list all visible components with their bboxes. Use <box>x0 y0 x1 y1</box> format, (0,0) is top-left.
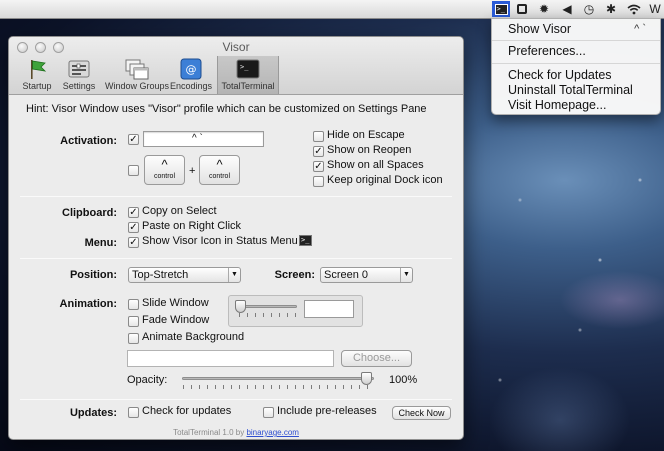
hint-text: Hint: Visor Window uses "Visor" profile … <box>26 103 427 115</box>
menu-separator <box>492 63 660 64</box>
volume-icon[interactable]: ◀ <box>558 1 576 17</box>
flag-icon <box>25 58 49 80</box>
show-visor-shortcut: ^ ` <box>634 23 646 35</box>
check-for-updates-checkbox[interactable] <box>128 407 139 418</box>
opacity-slider-ticks <box>183 385 373 389</box>
tab-settings[interactable]: Settings <box>54 56 104 94</box>
svg-text:@: @ <box>186 63 197 76</box>
animation-speed-group <box>228 295 363 327</box>
show-on-all-spaces-checkbox[interactable]: ✓ <box>313 161 324 172</box>
paste-on-right-click-label: Paste on Right Click <box>142 220 242 232</box>
menu-item-preferences[interactable]: Preferences... <box>508 44 586 58</box>
fade-window-label: Fade Window <box>142 314 210 326</box>
modifier-key-1-button[interactable]: ^ control <box>144 155 185 185</box>
menu-item-check-updates[interactable]: Check for Updates <box>508 68 612 82</box>
slider-ticks <box>239 313 297 317</box>
section-divider <box>20 196 452 197</box>
keep-dock-icon-label: Keep original Dock icon <box>327 174 443 186</box>
clipboard-label: Clipboard: <box>62 207 117 219</box>
window-titlebar: Visor Startup Settings Window Groups @ E… <box>9 37 463 95</box>
show-on-reopen-label: Show on Reopen <box>327 144 412 156</box>
copy-on-select-label: Copy on Select <box>142 205 217 217</box>
show-status-icon-label: Show Visor Icon in Status Menu <box>142 235 298 247</box>
menu-item-visit-homepage[interactable]: Visit Homepage... <box>508 98 606 112</box>
menu-item-uninstall[interactable]: Uninstall TotalTerminal <box>508 83 633 97</box>
window-status-icon[interactable] <box>513 1 531 17</box>
svg-text:>_: >_ <box>240 63 249 71</box>
activation-label: Activation: <box>60 135 117 147</box>
animate-background-checkbox[interactable] <box>128 333 139 344</box>
modifier-key-2-button[interactable]: ^ control <box>199 155 240 185</box>
paste-on-right-click-checkbox[interactable]: ✓ <box>128 222 139 233</box>
section-divider <box>20 399 452 400</box>
alien-status-icon[interactable]: ✹ <box>535 1 553 17</box>
choose-button[interactable]: Choose... <box>341 350 412 367</box>
activation-hotkey-field[interactable]: ^ ` <box>143 131 264 147</box>
window-title: Visor <box>222 40 250 54</box>
chevron-down-icon: ▼ <box>228 268 240 282</box>
menu-bar: >_ ✹ ◀ ◷ ✱ W <box>0 0 664 19</box>
check-for-updates-label: Check for updates <box>142 405 232 417</box>
plus-sign: + <box>189 165 196 177</box>
copy-on-select-checkbox[interactable]: ✓ <box>128 207 139 218</box>
terminal-icon: >_ <box>299 235 312 246</box>
totalterminal-pane: Hint: Visor Window uses "Visor" profile … <box>9 95 463 439</box>
visor-preferences-window: Visor Startup Settings Window Groups @ E… <box>8 36 464 440</box>
keep-dock-icon-checkbox[interactable] <box>313 176 324 187</box>
animation-label: Animation: <box>59 298 117 310</box>
slide-window-label: Slide Window <box>142 297 209 309</box>
show-on-reopen-checkbox[interactable]: ✓ <box>313 146 324 157</box>
menu-extra-letter[interactable]: W <box>646 1 664 17</box>
bluetooth-icon[interactable]: ✱ <box>602 1 620 17</box>
opacity-slider[interactable] <box>182 377 374 380</box>
settings-icon <box>67 58 91 80</box>
fade-window-checkbox[interactable] <box>128 316 139 327</box>
modifier-checkbox[interactable] <box>128 165 139 176</box>
show-status-icon-checkbox[interactable]: ✓ <box>128 237 139 248</box>
encodings-icon: @ <box>179 58 203 80</box>
animate-background-label: Animate Background <box>142 331 245 343</box>
include-prereleases-label: Include pre-releases <box>277 405 377 417</box>
footer-credit: TotalTerminal 1.0 by binaryage.com <box>173 428 299 437</box>
animation-duration-field[interactable] <box>304 300 354 318</box>
opacity-slider-knob[interactable] <box>361 372 372 385</box>
position-label: Position: <box>69 269 117 281</box>
time-machine-icon[interactable]: ◷ <box>580 1 598 17</box>
wifi-icon[interactable] <box>625 1 643 17</box>
screen-label: Screen: <box>274 269 315 281</box>
window-groups-icon <box>125 58 149 80</box>
visor-status-menu-icon[interactable]: >_ <box>492 1 510 17</box>
hide-on-escape-checkbox[interactable] <box>313 131 324 142</box>
screen-popup[interactable]: Screen 0 ▼ <box>320 267 413 283</box>
check-now-button[interactable]: Check Now <box>392 406 451 420</box>
updates-label: Updates: <box>69 407 117 419</box>
animation-speed-slider[interactable] <box>237 305 297 308</box>
hide-on-escape-label: Hide on Escape <box>327 129 405 141</box>
show-on-all-spaces-label: Show on all Spaces <box>327 159 424 171</box>
homepage-link[interactable]: binaryage.com <box>246 428 298 437</box>
opacity-label: Opacity: <box>127 374 168 386</box>
position-popup[interactable]: Top-Stretch ▼ <box>128 267 241 283</box>
chevron-down-icon: ▼ <box>400 268 412 282</box>
menu-separator <box>492 40 660 41</box>
slide-window-checkbox[interactable] <box>128 299 139 310</box>
tab-totalterminal[interactable]: >_ TotalTerminal <box>217 56 279 94</box>
section-divider <box>20 258 452 259</box>
menu-label: Menu: <box>84 237 117 249</box>
activation-hotkey-checkbox[interactable]: ✓ <box>128 134 139 145</box>
include-prereleases-checkbox[interactable] <box>263 407 274 418</box>
terminal-icon: >_ <box>236 58 260 80</box>
background-image-path-field[interactable] <box>127 350 334 367</box>
animation-speed-knob[interactable] <box>235 300 246 313</box>
menu-item-show-visor[interactable]: Show Visor <box>508 22 571 36</box>
visor-status-menu: Show Visor ^ ` Preferences... Check for … <box>491 18 661 115</box>
opacity-value: 100% <box>389 374 418 386</box>
